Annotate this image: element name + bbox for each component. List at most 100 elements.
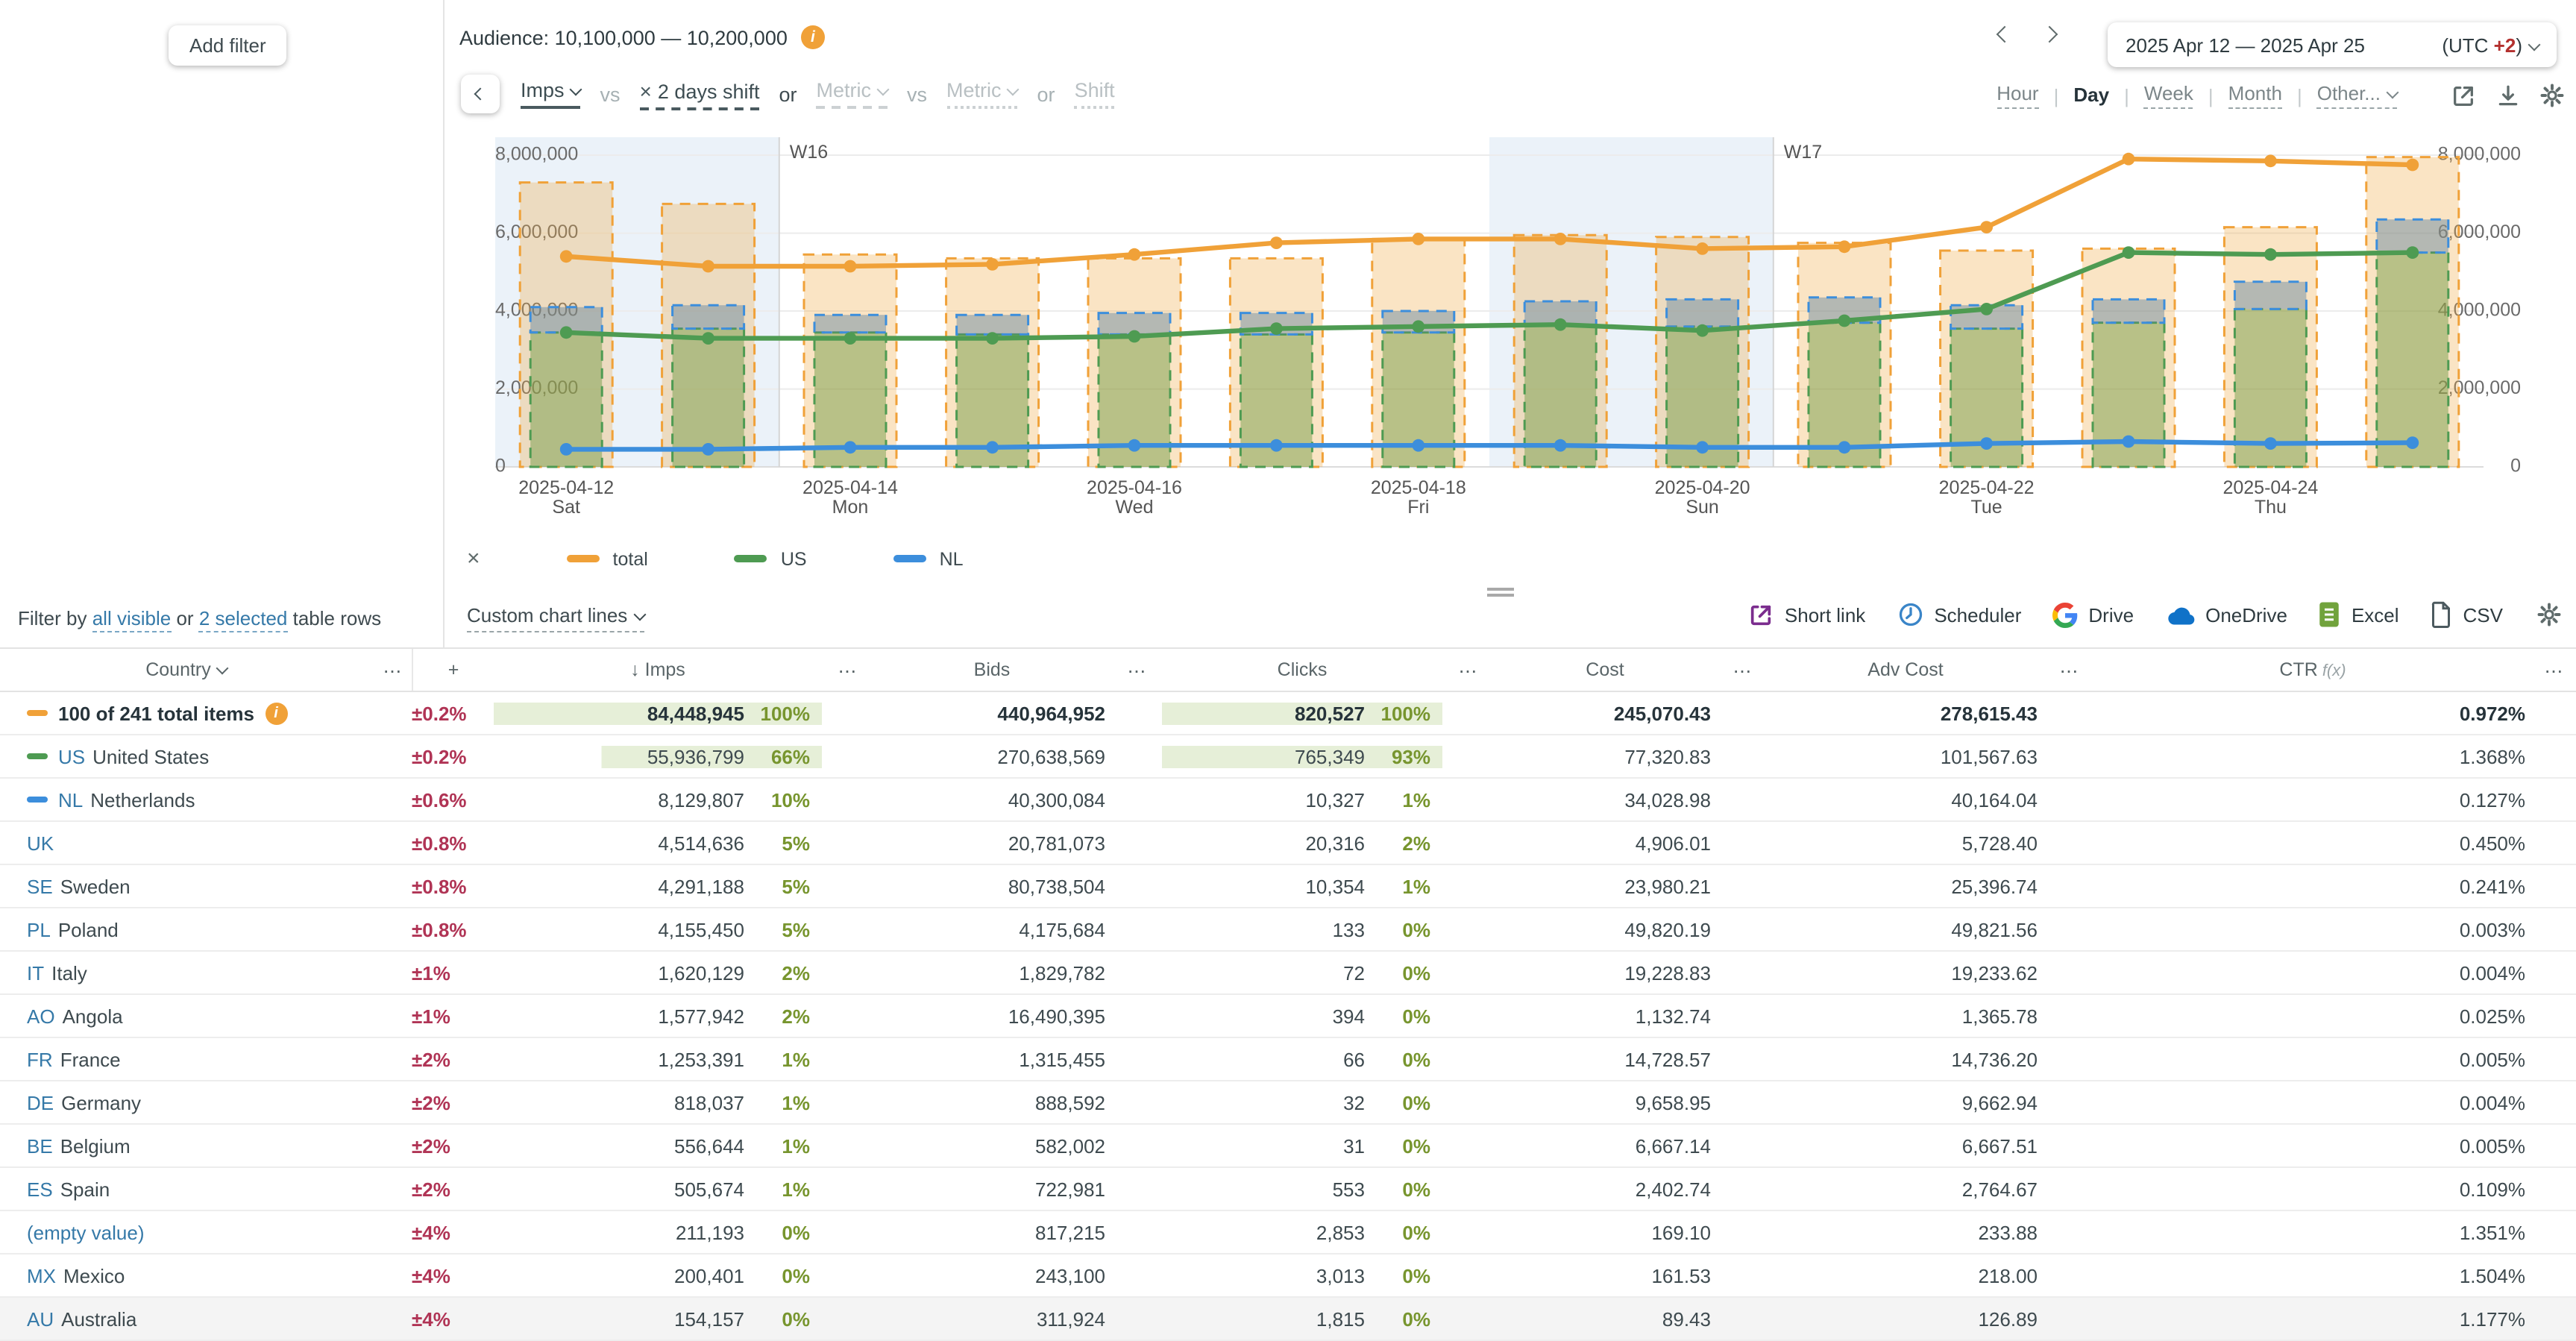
chevron-left-icon[interactable] (1997, 26, 2014, 43)
gear-icon[interactable] (2537, 81, 2567, 110)
metric-selector-3[interactable]: Metric (946, 79, 1018, 109)
or-label-2: or (1037, 83, 1055, 105)
clicks-percent: 0% (1371, 1048, 1442, 1070)
col-menu-icon[interactable]: ⋯ (1717, 659, 1768, 681)
legend-item-us[interactable]: US (735, 548, 807, 569)
short-link-button[interactable]: Short link (1749, 602, 1865, 627)
download-icon[interactable] (2492, 81, 2522, 110)
info-icon[interactable]: i (265, 702, 287, 724)
col-advcost[interactable]: Adv Cost (1768, 659, 2043, 680)
col-ctr[interactable]: CTRf(x) (2094, 659, 2531, 680)
table-row[interactable]: NLNetherlands±0.6%8,129,80710%40,300,084… (0, 779, 2576, 822)
legend-item-nl[interactable]: NL (893, 548, 964, 569)
selected-rows-link[interactable]: 2 selected (199, 607, 288, 632)
table-row[interactable]: USUnited States±0.2%55,936,79966%270,638… (0, 735, 2576, 779)
granularity-other[interactable]: Other... (2317, 82, 2397, 109)
country-code-link[interactable]: (empty value) (27, 1221, 145, 1243)
imps-value: 55,936,799 (494, 745, 750, 767)
country-code-link[interactable]: NL (58, 788, 83, 811)
col-menu-icon[interactable]: ⋯ (1111, 659, 1162, 681)
table-row[interactable]: AOAngola±1%1,577,9422%16,490,3953940%1,1… (0, 995, 2576, 1038)
country-code-link[interactable]: MX (27, 1264, 56, 1287)
col-menu-icon[interactable]: ⋯ (2531, 659, 2576, 681)
csv-button[interactable]: CSV (2431, 601, 2503, 628)
onedrive-button[interactable]: OneDrive (2165, 603, 2287, 626)
country-code-link[interactable]: US (58, 745, 85, 767)
country-name: Belgium (60, 1134, 131, 1157)
table-row[interactable]: UK±0.8%4,514,6365%20,781,07320,3162%4,90… (0, 822, 2576, 865)
time-series-chart[interactable]: 002,000,0002,000,0004,000,0004,000,0006,… (0, 125, 2576, 537)
country-code-link[interactable]: SE (27, 875, 53, 897)
col-menu-icon[interactable]: ⋯ (373, 659, 412, 681)
date-range-picker[interactable]: 2025 Apr 12 — 2025 Apr 25 (UTC +2) (2108, 22, 2557, 67)
vs-label-2: vs (907, 83, 927, 105)
excel-button[interactable]: Excel (2319, 601, 2399, 628)
country-code-link[interactable]: PL (27, 918, 51, 940)
metric-selector-2[interactable]: Metric (817, 79, 888, 109)
shift-selector-2[interactable]: Shift (1075, 79, 1115, 109)
country-code-link[interactable]: AU (27, 1307, 54, 1330)
col-plus[interactable]: + (412, 649, 494, 691)
adv-cost-value: 19,233.62 (1768, 961, 2043, 984)
custom-chart-lines-dropdown[interactable]: Custom chart lines (467, 604, 644, 632)
collapse-button[interactable] (461, 75, 500, 113)
separator: | (2208, 84, 2214, 107)
country-name: United States (92, 745, 209, 767)
col-clicks[interactable]: Clicks (1162, 659, 1442, 680)
country-code-link[interactable]: FR (27, 1048, 53, 1070)
scheduler-button[interactable]: Scheduler (1897, 601, 2021, 628)
table-row[interactable]: FRFrance±2%1,253,3911%1,315,455660%14,72… (0, 1038, 2576, 1081)
table-row[interactable]: PLPoland±0.8%4,155,4505%4,175,6841330%49… (0, 908, 2576, 952)
table-row[interactable]: (empty value)±4%211,1930%817,2152,8530%1… (0, 1211, 2576, 1254)
table-row[interactable]: ITItaly±1%1,620,1292%1,829,782720%19,228… (0, 952, 2576, 995)
col-imps[interactable]: ↓ Imps (494, 659, 822, 680)
shift-selector[interactable]: ×2 days shift (640, 78, 760, 110)
resize-handle[interactable] (1487, 585, 1514, 600)
info-icon[interactable]: i (801, 25, 825, 49)
clicks-value: 765,349 (1162, 745, 1371, 767)
add-filter-button[interactable]: Add filter (169, 25, 287, 66)
country-name: Netherlands (90, 788, 195, 811)
table-row[interactable]: AUAustralia±4%154,1570%311,9241,8150%89.… (0, 1298, 2576, 1341)
clicks-value: 1,815 (1162, 1307, 1371, 1330)
country-code-link[interactable]: UK (27, 832, 54, 854)
clicks-percent: 0% (1371, 1091, 1442, 1114)
country-code-link[interactable]: IT (27, 961, 44, 984)
cost-value: 1,132.74 (1493, 1005, 1717, 1027)
country-code-link[interactable]: BE (27, 1134, 53, 1157)
cost-value: 6,667.14 (1493, 1134, 1717, 1157)
imps-percent: 0% (750, 1307, 822, 1330)
open-in-new-icon[interactable] (2448, 81, 2478, 110)
country-code-link[interactable]: ES (27, 1178, 53, 1200)
table-row[interactable]: 100 of 241 total itemsi±0.2%84,448,94510… (0, 692, 2576, 735)
legend-item-total[interactable]: total (567, 548, 648, 569)
col-menu-icon[interactable]: ⋯ (822, 659, 873, 681)
granularity-week[interactable]: Week (2144, 82, 2193, 109)
table-row[interactable]: BEBelgium±2%556,6441%582,002310%6,667.14… (0, 1125, 2576, 1168)
country-cell: US United States (0, 745, 373, 767)
remove-shift-icon[interactable]: × (640, 78, 652, 102)
granularity-day[interactable]: Day (2073, 83, 2109, 108)
granularity-hour[interactable]: Hour (1997, 82, 2038, 109)
col-country[interactable]: Country (0, 659, 373, 680)
table-row[interactable]: ESSpain±2%505,6741%722,9815530%2,402.742… (0, 1168, 2576, 1211)
table-row[interactable]: SESweden±0.8%4,291,1885%80,738,50410,354… (0, 865, 2576, 908)
chevron-right-icon[interactable] (2041, 26, 2058, 43)
cost-value: 49,820.19 (1493, 918, 1717, 940)
col-cost[interactable]: Cost (1493, 659, 1717, 680)
table-settings-gear-icon[interactable] (2534, 600, 2564, 629)
tolerance-value: ±0.8% (412, 832, 494, 854)
tolerance-value: ±4% (412, 1307, 494, 1330)
table-row[interactable]: MXMexico±4%200,4010%243,1003,0130%161.53… (0, 1254, 2576, 1298)
close-icon[interactable]: × (467, 546, 480, 571)
granularity-month[interactable]: Month (2228, 82, 2282, 109)
col-menu-icon[interactable]: ⋯ (2043, 659, 2094, 681)
all-visible-link[interactable]: all visible (92, 607, 172, 632)
col-menu-icon[interactable]: ⋯ (1442, 659, 1493, 681)
country-code-link[interactable]: AO (27, 1005, 55, 1027)
metric-selector-1[interactable]: Imps (521, 79, 581, 109)
drive-button[interactable]: Drive (2052, 602, 2134, 627)
country-code-link[interactable]: DE (27, 1091, 54, 1114)
table-row[interactable]: DEGermany±2%818,0371%888,592320%9,658.95… (0, 1081, 2576, 1125)
col-bids[interactable]: Bids (873, 659, 1111, 680)
